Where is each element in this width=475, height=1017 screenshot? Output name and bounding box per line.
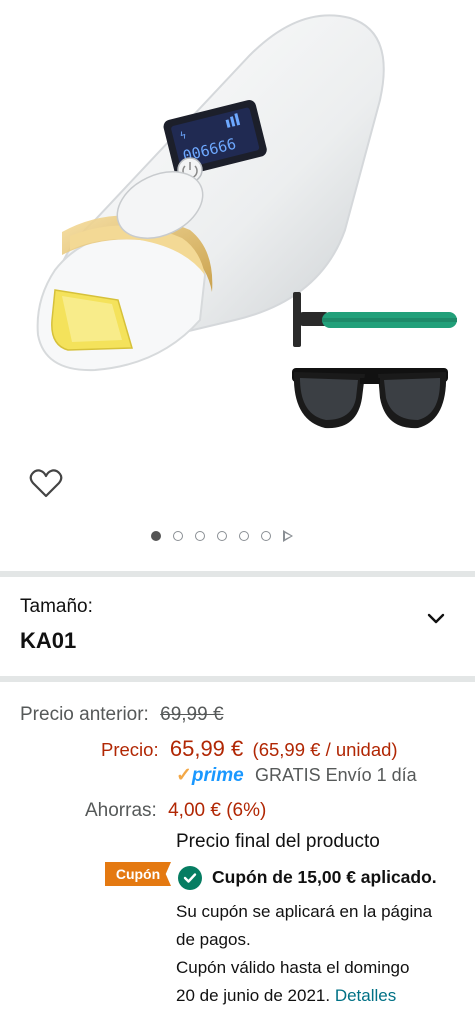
wishlist-heart-icon[interactable]	[28, 467, 64, 499]
price-value: 65,99 €	[169, 736, 244, 761]
size-label: Tamaño:	[20, 596, 93, 617]
check-circle-icon	[178, 866, 202, 890]
coupon-badge: Cupón	[105, 862, 171, 886]
prime-logo: prime	[191, 765, 244, 786]
prime-row: ✓prime GRATIS Envío 1 día	[176, 764, 417, 787]
carousel-next-icon[interactable]	[283, 530, 293, 542]
carousel-dot-2[interactable]	[173, 531, 183, 541]
price-label: Precio:	[101, 739, 159, 760]
size-selector[interactable]	[0, 578, 475, 676]
coupon-note-line1: Su cupón se aplicará en la página	[176, 902, 433, 921]
savings-label: Ahorras:	[85, 800, 157, 821]
coupon-applied-text: Cupón de 15,00 € aplicado.	[212, 867, 437, 887]
price-row: Precio: 65,99 € (65,99 € / unidad)	[101, 736, 398, 762]
previous-price-label: Precio anterior:	[20, 704, 149, 725]
prime-check-icon: ✓	[176, 765, 192, 786]
coupon-details-link[interactable]: Detalles	[335, 986, 396, 1005]
savings-value: 4,00 € (6%)	[168, 800, 267, 821]
coupon-note-line2: de pagos.	[176, 930, 251, 949]
coupon-valid-row: 20 de junio de 2021. Detalles	[176, 986, 396, 1006]
carousel-dot-3[interactable]	[195, 531, 205, 541]
carousel-dot-5[interactable]	[239, 531, 249, 541]
chevron-down-icon[interactable]	[427, 612, 445, 626]
product-image-gallery[interactable]: ϟ 006666	[0, 0, 475, 570]
unit-price: (65,99 € / unidad)	[252, 739, 398, 760]
coupon-valid-line2: 20 de junio de 2021.	[176, 986, 331, 1005]
product-image: ϟ 006666	[36, 14, 457, 429]
carousel-indicator[interactable]	[151, 530, 293, 542]
sunglasses-accessory	[292, 368, 448, 429]
savings-row: Ahorras: 4,00 € (6%)	[85, 800, 266, 822]
divider	[0, 571, 475, 577]
previous-price-row: Precio anterior: 69,99 €	[20, 704, 224, 726]
divider	[0, 676, 475, 682]
coupon-valid-line1: Cupón válido hasta el domingo	[176, 958, 410, 977]
previous-price-value: 69,99 €	[160, 704, 224, 725]
final-price-note: Precio final del producto	[176, 831, 380, 852]
razor-accessory	[293, 292, 457, 347]
size-value: KA01	[20, 628, 77, 653]
carousel-dot-6[interactable]	[261, 531, 271, 541]
carousel-dot-4[interactable]	[217, 531, 227, 541]
carousel-dot-1[interactable]	[151, 531, 161, 541]
shipping-info: GRATIS Envío 1 día	[254, 765, 417, 785]
